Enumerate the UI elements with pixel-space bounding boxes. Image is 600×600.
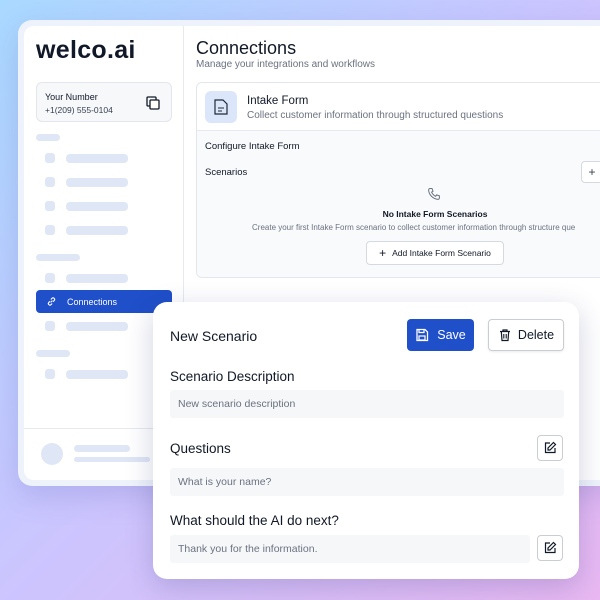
nav-item-placeholder[interactable] (66, 370, 128, 379)
nav-icon-placeholder (45, 321, 55, 331)
nav-item-placeholder[interactable] (66, 154, 128, 163)
questions-label: Questions (170, 441, 231, 456)
save-icon (416, 328, 429, 342)
panel-title: Intake Form (247, 95, 309, 107)
empty-state-description: Create your first Intake Form scenario t… (252, 223, 576, 232)
question-input[interactable]: What is your name? (170, 468, 564, 496)
nav-section-placeholder (36, 134, 60, 141)
save-button[interactable]: Save (407, 319, 474, 351)
page-title: Connections (196, 38, 297, 58)
phone-number-card: Your Number +1(209) 555-0104 (36, 82, 172, 122)
nav-icon-placeholder (45, 177, 55, 187)
nav-item-placeholder[interactable] (66, 226, 128, 235)
scenarios-label: Scenarios (205, 167, 248, 178)
add-button-label: Add Intake Form Scenario (392, 248, 491, 258)
delete-button[interactable]: Delete (488, 319, 564, 351)
user-email-placeholder (74, 457, 150, 462)
edit-icon (544, 441, 557, 454)
nav-item-placeholder[interactable] (66, 274, 128, 283)
nav-item-placeholder[interactable] (66, 178, 128, 187)
delete-label: Delete (517, 328, 555, 342)
form-icon (205, 91, 237, 123)
edit-next-action-button[interactable] (537, 535, 563, 561)
nav-icon-placeholder (45, 369, 55, 379)
number-value: +1(209) 555-0104 (45, 105, 113, 115)
next-action-input[interactable]: Thank you for the information. (170, 535, 530, 563)
plus-icon: + (379, 246, 387, 260)
panel-description: Collect customer information through str… (247, 110, 504, 121)
trash-icon (499, 329, 510, 342)
add-scenario-icon-button[interactable]: + (581, 161, 600, 183)
scenario-description-input[interactable]: New scenario description (170, 390, 564, 418)
panel-body: Configure Intake Form Scenarios + No Int… (197, 131, 600, 277)
add-intake-form-scenario-button[interactable]: + Add Intake Form Scenario (366, 241, 504, 265)
plus-icon: + (588, 165, 596, 179)
sidebar-item-label: Connections (67, 296, 118, 307)
nav-icon-placeholder (45, 153, 55, 163)
nav-section-placeholder (36, 350, 70, 357)
page-subtitle: Manage your integrations and workflows (196, 59, 375, 70)
edit-questions-button[interactable] (537, 435, 563, 461)
configure-label: Configure Intake Form (205, 141, 300, 152)
sidebar-item-connections[interactable]: Connections (36, 290, 172, 313)
user-name-placeholder (74, 445, 130, 452)
panel-header: Intake Form Collect customer information… (197, 83, 600, 131)
nav-icon-placeholder (45, 273, 55, 283)
nav-icon-placeholder (45, 225, 55, 235)
edit-icon (544, 541, 557, 554)
phone-icon (428, 188, 440, 200)
number-label: Your Number (45, 92, 98, 102)
scenario-description-label: Scenario Description (170, 369, 295, 384)
link-icon (47, 297, 56, 306)
empty-state-title: No Intake Form Scenarios (382, 209, 488, 219)
nav-section-placeholder (36, 254, 80, 261)
save-label: Save (437, 328, 466, 342)
logo: welco.ai (36, 36, 136, 64)
nav-item-placeholder[interactable] (66, 322, 128, 331)
scenario-title: New Scenario (170, 328, 258, 344)
intake-form-panel: Intake Form Collect customer information… (196, 82, 600, 278)
avatar[interactable] (41, 443, 63, 465)
next-action-label: What should the AI do next? (170, 513, 339, 528)
nav-item-placeholder[interactable] (66, 202, 128, 211)
new-scenario-card: New Scenario Save Delete Scenario Descri… (153, 302, 579, 579)
nav-icon-placeholder (45, 201, 55, 211)
copy-icon[interactable] (145, 95, 161, 111)
